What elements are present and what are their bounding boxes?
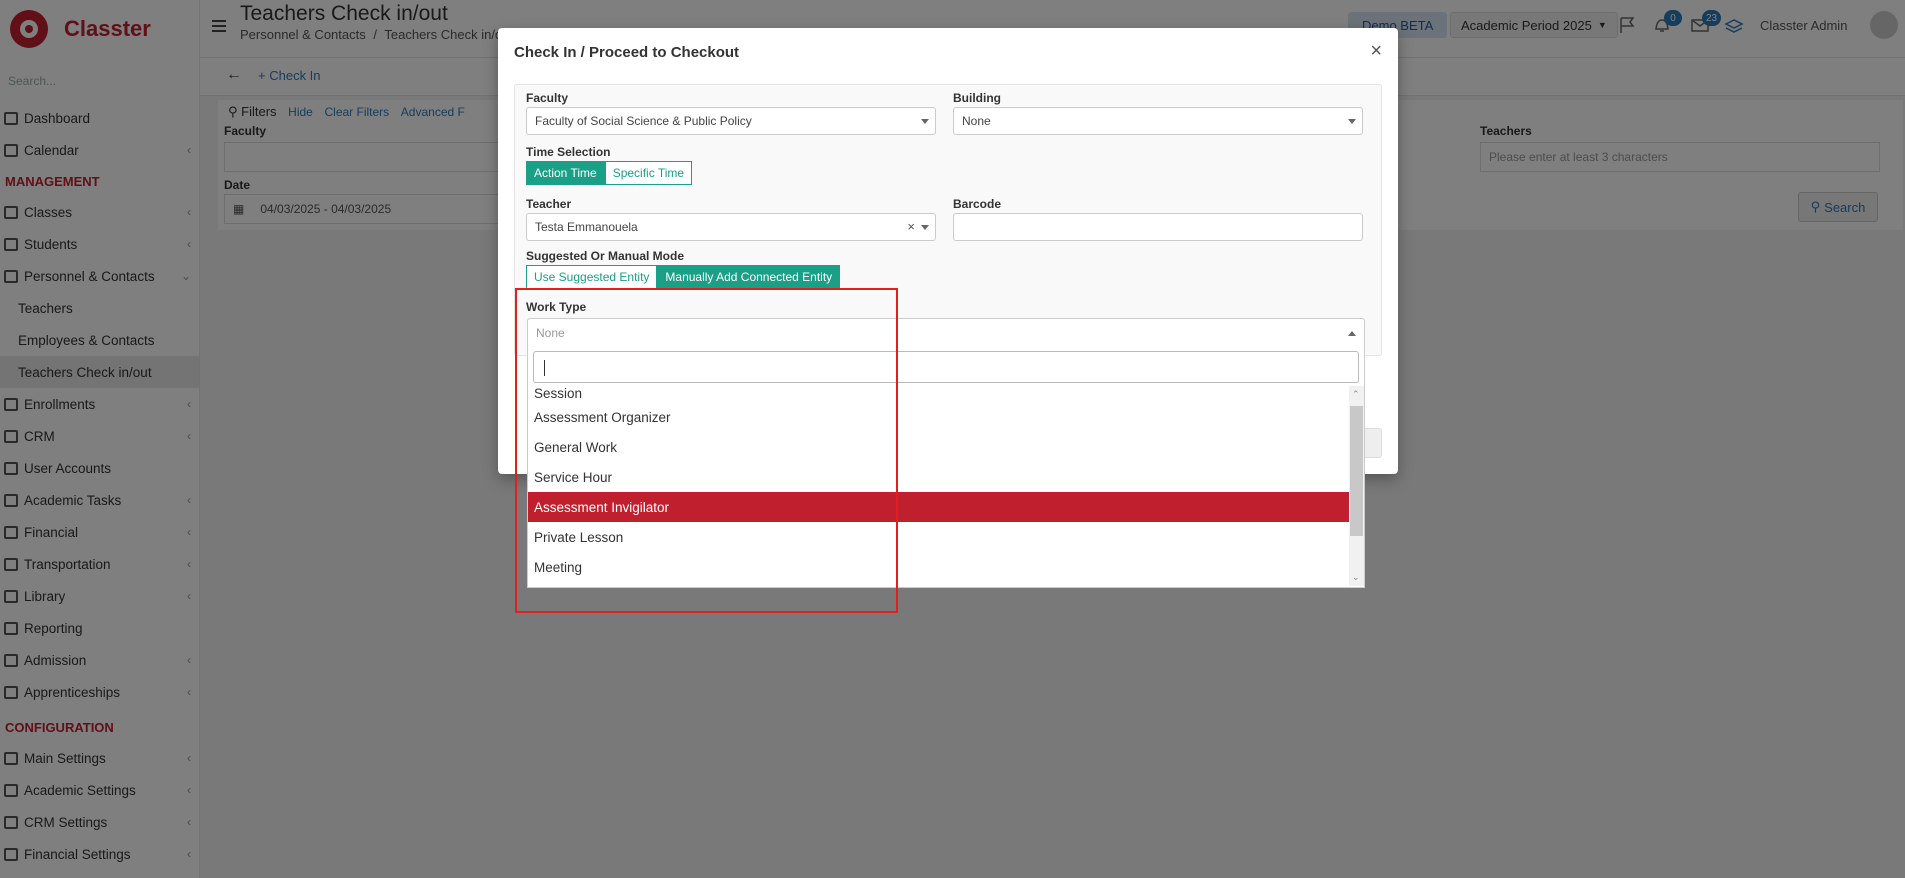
barcode-label: Barcode [953, 197, 1002, 211]
faculty-label: Faculty [526, 91, 569, 105]
caret-down-icon [1348, 119, 1356, 124]
manually-add-entity-button[interactable]: Manually Add Connected Entity [657, 265, 841, 289]
dropdown-scrollbar[interactable]: ⌃ ⌄ [1349, 386, 1364, 586]
caret-down-icon [921, 225, 929, 230]
use-suggested-entity-button[interactable]: Use Suggested Entity [526, 265, 658, 289]
specific-time-button[interactable]: Specific Time [604, 161, 693, 185]
close-icon[interactable]: × [1370, 40, 1382, 63]
mode-label: Suggested Or Manual Mode [526, 249, 685, 263]
time-selection-toggle: Action Time Specific Time [526, 161, 693, 185]
scroll-up-icon[interactable]: ⌃ [1352, 389, 1360, 400]
barcode-input[interactable] [953, 213, 1363, 241]
building-select[interactable]: None [953, 107, 1363, 135]
caret-up-icon [1348, 331, 1356, 336]
teacher-label: Teacher [526, 197, 572, 211]
highlight-box [515, 288, 898, 613]
building-value: None [962, 114, 991, 128]
faculty-select[interactable]: Faculty of Social Science & Public Polic… [526, 107, 936, 135]
building-label: Building [953, 91, 1001, 105]
faculty-value: Faculty of Social Science & Public Polic… [535, 114, 752, 128]
mode-toggle: Use Suggested Entity Manually Add Connec… [526, 265, 841, 289]
clear-icon[interactable]: × [907, 219, 915, 234]
scroll-down-icon[interactable]: ⌄ [1352, 572, 1360, 583]
teacher-value: Testa Emmanouela [535, 220, 638, 234]
action-time-button[interactable]: Action Time [526, 161, 605, 185]
modal-title: Check In / Proceed to Checkout [514, 44, 740, 61]
caret-down-icon [921, 119, 929, 124]
scrollbar-thumb[interactable] [1350, 406, 1363, 536]
teacher-select[interactable]: Testa Emmanouela × [526, 213, 936, 241]
time-selection-label: Time Selection [526, 145, 611, 159]
